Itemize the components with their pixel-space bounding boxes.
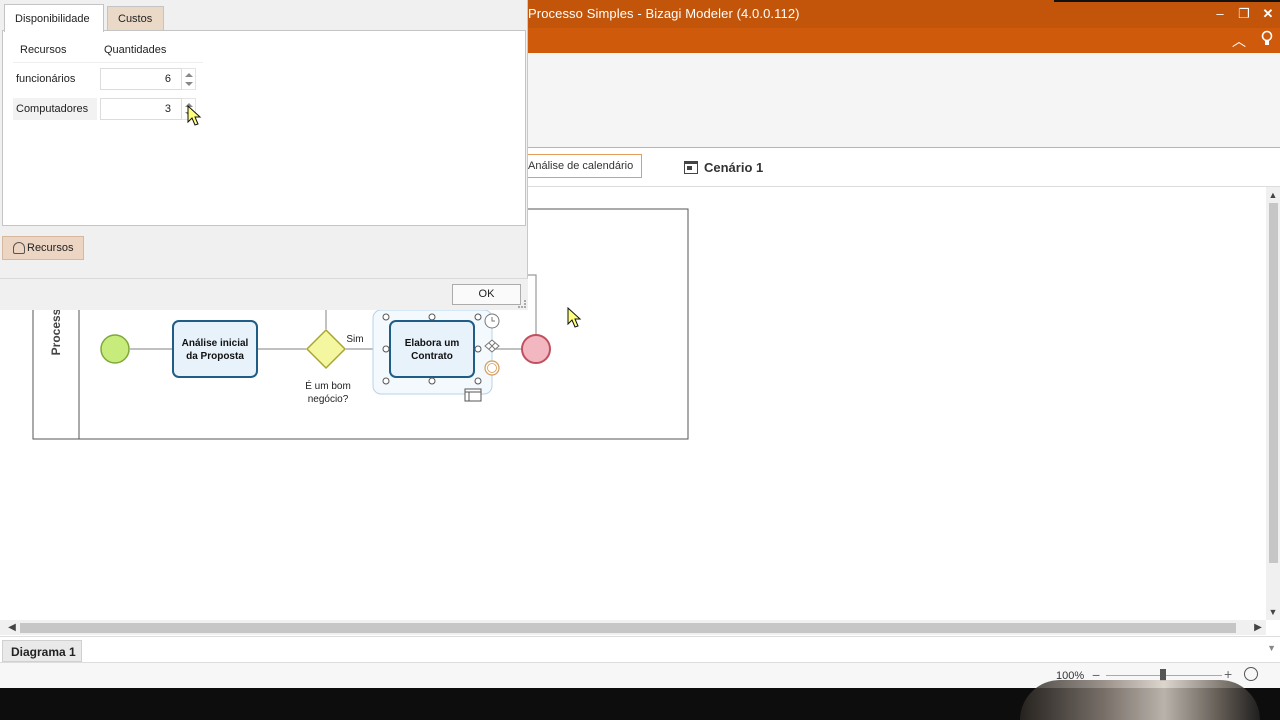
collapse-ribbon-icon[interactable]: ︿ <box>1228 30 1250 52</box>
quantity-input-computers[interactable] <box>100 98 182 120</box>
resource-label-employees: funcionários <box>16 73 76 85</box>
end-event[interactable] <box>521 334 551 364</box>
task-initial-analysis-line2: da Proposta <box>186 351 244 362</box>
title-bar-edge <box>1054 0 1280 2</box>
properties-icon[interactable] <box>464 388 482 402</box>
horizontal-scrollbar[interactable]: ◀ ▶ <box>0 620 1266 635</box>
resize-grip-icon[interactable] <box>518 300 526 308</box>
view-tabs-bar: Análise de calendário Cenário 1 <box>524 149 1280 187</box>
task-initial-analysis[interactable] <box>172 320 258 378</box>
cursor-pointer-icon <box>187 104 202 126</box>
lightbulb-icon[interactable] <box>1256 30 1278 52</box>
calendar-icon <box>684 160 698 174</box>
tab-availability[interactable]: Disponibilidade <box>4 4 104 32</box>
title-bar: Processo Simples - Bizagi Modeler (4.0.0… <box>524 0 1280 28</box>
vertical-scroll-thumb[interactable] <box>1269 203 1278 563</box>
resource-label-computers: Computadores <box>13 98 97 120</box>
minimize-button[interactable]: – <box>1210 4 1230 24</box>
quantity-stepper-employees[interactable] <box>100 68 198 90</box>
tab-scenario-label: Cenário 1 <box>704 159 764 175</box>
column-header-resources: Recursos <box>20 44 67 56</box>
resources-button-label: Recursos <box>27 242 74 254</box>
gateway-label-line2: negócio? <box>308 394 349 405</box>
resources-button[interactable]: Recursos <box>2 236 84 260</box>
zoom-fit-icon[interactable] <box>1244 667 1258 681</box>
webcam-person <box>1020 680 1260 720</box>
availability-panel: Recursos Quantidades funcionários Comput… <box>2 30 526 226</box>
tab-costs[interactable]: Custos <box>107 6 164 31</box>
gateway-label-line1: É um bom <box>305 379 351 392</box>
start-event[interactable] <box>100 334 130 364</box>
flow-label-sim: Sim <box>346 334 363 345</box>
dialog-footer: OK <box>0 278 528 310</box>
ribbon-body <box>524 53 1280 148</box>
pool-label: Process <box>49 308 63 355</box>
stepper-arrows-employees[interactable] <box>182 68 196 90</box>
window-title: Processo Simples - Bizagi Modeler (4.0.0… <box>528 6 800 21</box>
scroll-right-icon[interactable]: ▶ <box>1250 620 1266 635</box>
diagram-tabs-bar: Diagrama 1 ▼ <box>0 636 1280 662</box>
ribbon-bar: ︿ <box>524 28 1280 53</box>
close-button[interactable]: ✕ <box>1258 4 1278 24</box>
tab-scenario[interactable]: Cenário 1 <box>684 157 763 177</box>
column-header-quantities: Quantidades <box>104 44 167 56</box>
intermediate-event-icon[interactable] <box>484 360 500 376</box>
screen: Processo Simples - Bizagi Modeler (4.0.0… <box>0 0 1280 720</box>
user-icon <box>13 242 25 254</box>
tab-calendar-analysis[interactable]: Análise de calendário <box>524 154 642 178</box>
scroll-up-icon[interactable]: ▲ <box>1266 188 1280 202</box>
tab-calendar-analysis-label: Análise de calendário <box>528 160 634 172</box>
horizontal-scroll-thumb[interactable] <box>20 623 1236 633</box>
task-initial-analysis-line1: Análise inicial <box>182 338 249 349</box>
quantity-input-employees[interactable] <box>100 68 182 90</box>
task-draft-contract-line1: Elabora um <box>405 338 460 349</box>
clock-icon[interactable] <box>484 313 500 329</box>
header-divider <box>13 62 203 63</box>
task-draft-contract[interactable] <box>389 320 475 378</box>
ok-button[interactable]: OK <box>452 284 521 305</box>
resources-dialog: Disponibilidade Custos Recursos Quantida… <box>0 0 528 310</box>
restore-button[interactable]: ❐ <box>1234 4 1254 24</box>
tabs-dropdown-icon[interactable]: ▼ <box>1267 643 1276 653</box>
tab-diagram-1[interactable]: Diagrama 1 <box>2 640 82 662</box>
quantity-stepper-computers[interactable] <box>100 98 198 120</box>
task-draft-contract-line2: Contrato <box>411 351 453 362</box>
vertical-scrollbar[interactable]: ▲ ▼ <box>1266 187 1280 620</box>
scroll-left-icon[interactable]: ◀ <box>4 620 20 635</box>
scroll-down-icon[interactable]: ▼ <box>1266 605 1280 619</box>
